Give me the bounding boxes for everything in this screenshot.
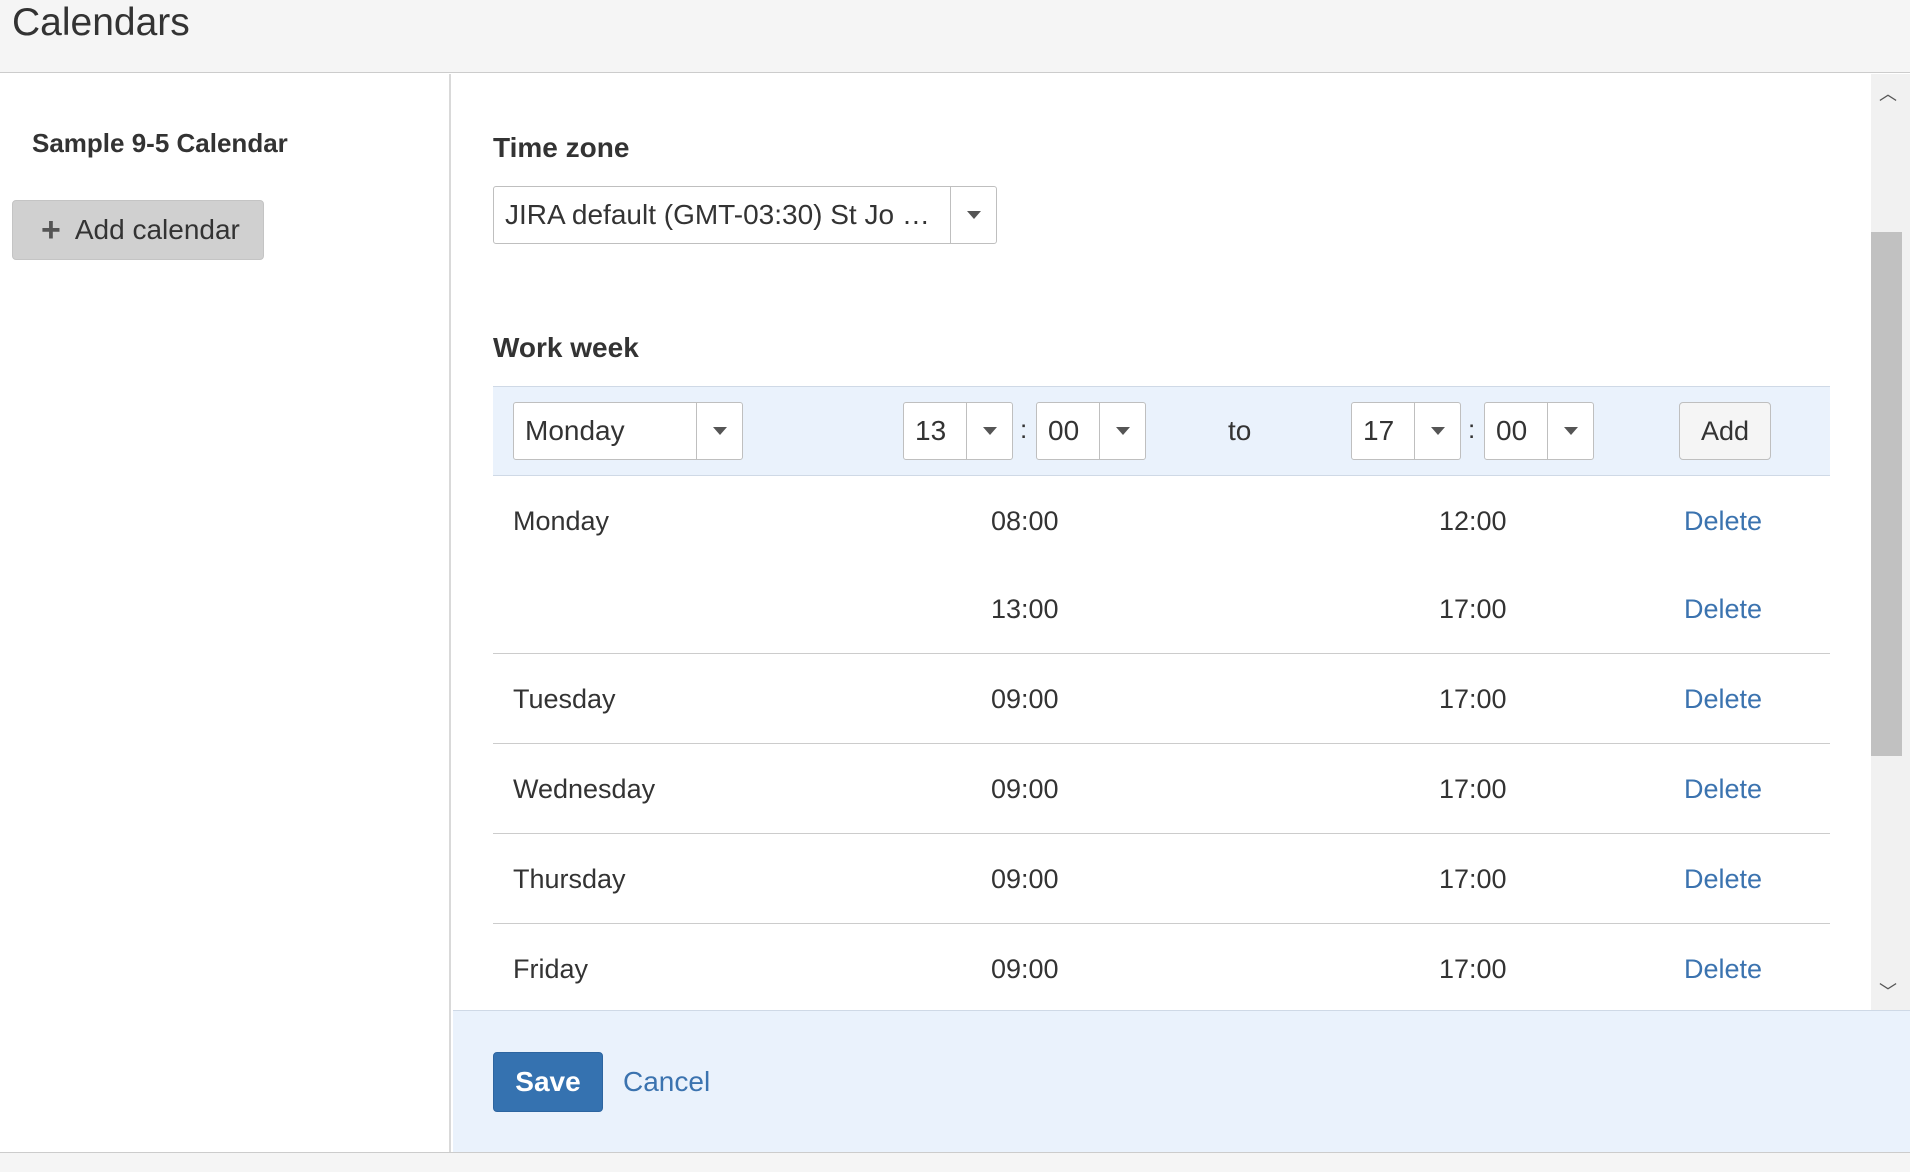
calendar-list-sidebar: Sample 9-5 Calendar + Add calendar [0,74,451,1152]
time-separator: : [1468,414,1476,444]
row-day: Wednesday [513,774,656,804]
work-week-label: Work week [493,332,639,363]
chevron-down-icon [696,403,742,459]
timezone-value: JIRA default (GMT-03:30) St Jo … [505,199,930,230]
chevron-down-icon [1414,403,1460,459]
arrow-down-icon[interactable]: ﹀ [1879,978,1897,1004]
row-day: Tuesday [513,684,616,714]
day-select-value: Monday [525,415,625,446]
delete-link[interactable]: Delete [1684,684,1762,715]
row-from: 09:00 [991,954,1059,984]
day-select[interactable]: Monday [513,402,743,460]
to-label: to [1228,415,1252,446]
from-minute-select[interactable]: 00 [1036,402,1146,460]
from-hour-select[interactable]: 13 [903,402,1013,460]
row-from: 08:00 [991,506,1059,536]
row-from: 09:00 [991,684,1059,714]
page-title: Calendars [12,1,190,44]
chevron-down-icon [950,187,996,243]
table-row-tuesday: Tuesday 09:00 17:00 Delete [493,654,1830,744]
table-row-wednesday: Wednesday 09:00 17:00 Delete [493,744,1830,834]
row-from: 09:00 [991,864,1059,894]
row-day: Monday [513,506,610,536]
cancel-link[interactable]: Cancel [623,1066,710,1098]
delete-link[interactable]: Delete [1684,594,1762,625]
delete-link[interactable]: Delete [1684,864,1762,895]
table-row-friday: Friday 09:00 17:00 Delete [493,924,1830,1010]
row-to: 17:00 [1439,774,1507,804]
time-separator: : [1020,414,1028,444]
form-footer: Save Cancel [453,1010,1910,1154]
add-calendar-button[interactable]: + Add calendar [12,200,264,260]
table-row-thursday: Thursday 09:00 17:00 Delete [493,834,1830,924]
page-header: Calendars [0,0,1910,73]
from-minute-value: 00 [1048,415,1080,446]
calendar-editor: Time zone JIRA default (GMT-03:30) St Jo… [453,74,1910,1010]
timezone-select[interactable]: JIRA default (GMT-03:30) St Jo … [493,186,997,244]
table-row-monday: Monday 08:00 12:00 Delete 13:00 17:00 De… [493,476,1830,654]
row-to: 17:00 [1439,954,1507,984]
row-to: 17:00 [1439,684,1507,714]
row-to: 17:00 [1439,864,1507,894]
row-from: 09:00 [991,774,1059,804]
chevron-down-icon [966,403,1012,459]
arrow-up-icon[interactable]: ︿ [1879,80,1897,106]
scrollbar[interactable]: ︿ ﹀ [1871,74,1910,1010]
to-minute-value: 00 [1496,415,1528,446]
from-hour-value: 13 [915,415,947,446]
delete-link[interactable]: Delete [1684,774,1762,805]
to-hour-select[interactable]: 17 [1351,402,1461,460]
row-to: 17:00 [1439,594,1507,624]
delete-link[interactable]: Delete [1684,506,1762,537]
save-button[interactable]: Save [493,1052,603,1112]
to-hour-value: 17 [1363,415,1395,446]
add-calendar-label: Add calendar [74,214,240,245]
chevron-down-icon [1099,403,1145,459]
row-from: 13:00 [991,594,1059,624]
timezone-label: Time zone [493,132,630,163]
plus-icon: + [41,211,61,249]
row-to: 12:00 [1439,506,1507,536]
to-minute-select[interactable]: 00 [1484,402,1594,460]
calendar-name-item[interactable]: Sample 9-5 Calendar [32,128,288,159]
chevron-down-icon [1547,403,1593,459]
work-week-entry-bar: Monday 13 : 00 to 17 : 00 Add [493,386,1830,476]
delete-link[interactable]: Delete [1684,954,1762,985]
row-day: Thursday [513,864,626,894]
scroll-thumb[interactable] [1871,232,1902,756]
row-day: Friday [513,954,589,984]
add-work-hours-button[interactable]: Add [1679,402,1771,460]
bottom-strip [0,1152,1910,1172]
